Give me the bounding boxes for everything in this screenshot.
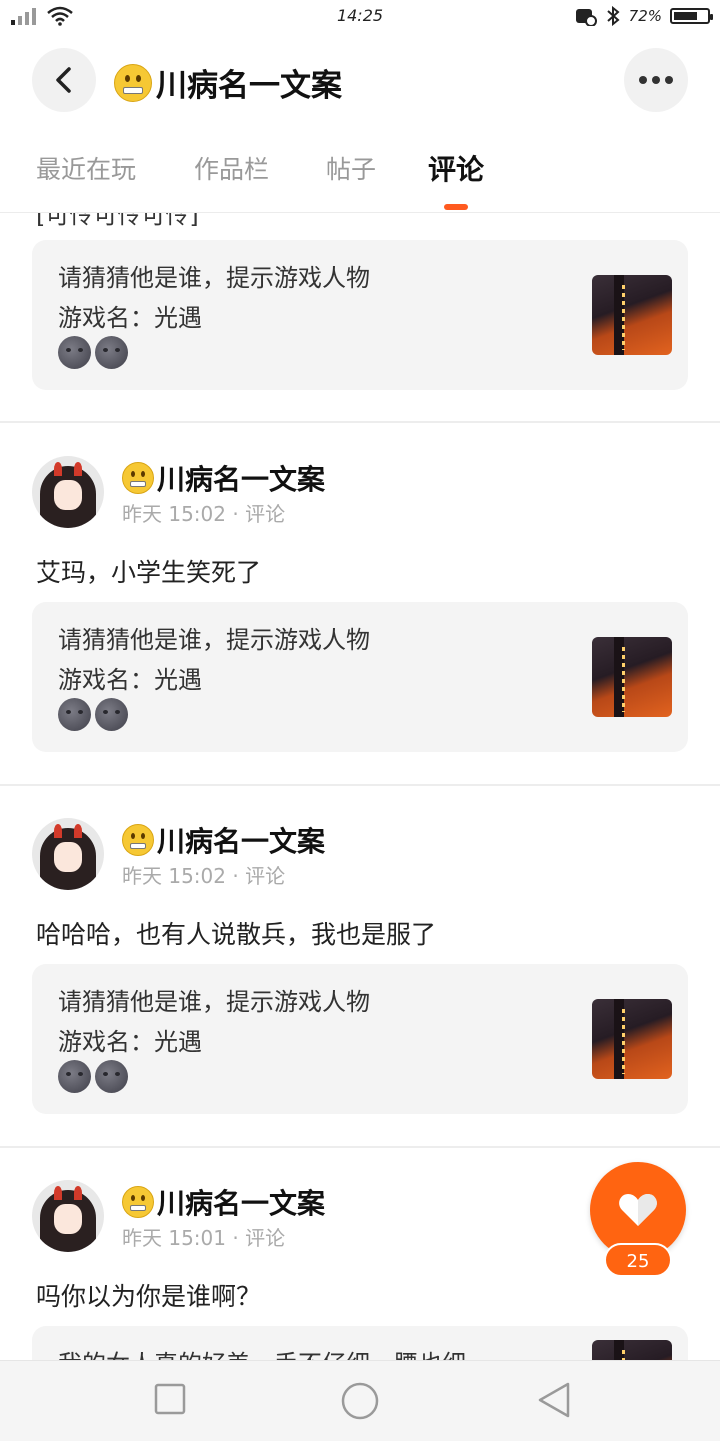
new-moon-face-icon: [58, 1060, 91, 1093]
new-moon-face-icon: [95, 1060, 128, 1093]
zipper-mouth-emoji-icon: [122, 1186, 154, 1218]
bluetooth-icon: [606, 6, 620, 26]
quoted-post-line1: 请猜猜他是谁，提示游戏人物: [58, 988, 370, 1016]
quoted-post-line1: 我的女人真的好美，手不仔细，腰也细: [58, 1344, 466, 1360]
quoted-post-line1: 请猜猜他是谁，提示游戏人物: [58, 626, 370, 654]
chevron-left-icon: [56, 67, 71, 93]
comment-meta: 昨天 15:02 · 评论: [122, 864, 286, 888]
home-icon[interactable]: [340, 1381, 380, 1421]
comment-text: 吗你以为你是谁啊？: [36, 1282, 262, 1311]
profile-header: 川病名一文案: [0, 40, 720, 124]
feed-divider: [0, 784, 720, 786]
comment-author-name: 川病名一文案: [157, 463, 326, 496]
new-moon-face-icon: [58, 336, 91, 369]
feed-divider: [0, 421, 720, 423]
quoted-post-card[interactable]: 请猜猜他是谁，提示游戏人物 游戏名：光遇: [32, 964, 688, 1114]
back-button[interactable]: [32, 48, 96, 112]
new-moon-face-icon: [95, 698, 128, 731]
comment-meta: 昨天 15:01 · 评论: [122, 1226, 286, 1250]
comment-text: 艾玛，小学生笑死了: [36, 558, 262, 587]
quoted-post-card[interactable]: 请猜猜他是谁，提示游戏人物 游戏名：光遇: [32, 240, 688, 390]
feed-divider: [0, 1146, 720, 1148]
tab-recently-played[interactable]: 最近在玩: [36, 150, 136, 186]
comment-author[interactable]: 川病名一文案: [122, 458, 325, 498]
comment-author[interactable]: 川病名一文案: [122, 820, 325, 860]
quoted-post-thumbnail: [592, 275, 672, 355]
tab-works[interactable]: 作品栏: [194, 150, 269, 186]
notification-icon: [575, 9, 597, 26]
truncated-comment-text: [可怜可怜可怜]: [36, 213, 199, 229]
recent-apps-icon[interactable]: [154, 1381, 186, 1417]
zipper-mouth-emoji-icon: [114, 63, 152, 102]
tab-posts[interactable]: 帖子: [326, 150, 376, 186]
comment-meta: 昨天 15:02 · 评论: [122, 502, 286, 526]
comment-header: 川病名一文案 昨天 15:02 · 评论: [32, 818, 592, 892]
comment-author-name: 川病名一文案: [157, 1187, 326, 1220]
emoji-row: [58, 698, 128, 731]
quoted-post-line2: 游戏名：光遇: [58, 304, 202, 332]
avatar[interactable]: [32, 1180, 104, 1252]
battery-level: [674, 12, 698, 20]
quoted-post-thumbnail: [592, 999, 672, 1079]
avatar[interactable]: [32, 456, 104, 528]
quoted-post-card[interactable]: 我的女人真的好美，手不仔细，腰也细: [32, 1326, 688, 1360]
heart-icon: [619, 1194, 657, 1226]
comment-author-name: 川病名一文案: [157, 825, 326, 858]
emoji-row: [58, 1060, 128, 1093]
new-moon-face-icon: [58, 698, 91, 731]
battery-icon: [670, 8, 713, 24]
status-right: 72%: [575, 6, 713, 26]
active-tab-indicator: [444, 204, 468, 210]
page-title-text: 川病名一文案: [156, 68, 342, 104]
avatar[interactable]: [32, 818, 104, 890]
comment-author[interactable]: 川病名一文案: [122, 1182, 325, 1222]
emoji-row: [58, 336, 128, 369]
quoted-post-thumbnail: [592, 637, 672, 717]
quoted-post-line1: 请猜猜他是谁，提示游戏人物: [58, 264, 370, 292]
like-count-badge: 25: [604, 1243, 672, 1277]
tab-comments[interactable]: 评论: [428, 148, 484, 188]
profile-tabs: 最近在玩 作品栏 帖子 评论: [0, 140, 720, 213]
quoted-post-line2: 游戏名：光遇: [58, 666, 202, 694]
page-title: 川病名一文案: [114, 60, 342, 105]
quoted-post-line2: 游戏名：光遇: [58, 1028, 202, 1056]
back-nav-icon[interactable]: [536, 1381, 572, 1419]
zipper-mouth-emoji-icon: [122, 462, 154, 494]
zipper-mouth-emoji-icon: [122, 824, 154, 856]
comment-header: 川病名一文案 昨天 15:01 · 评论: [32, 1180, 592, 1254]
more-options-button[interactable]: [624, 48, 688, 112]
system-nav-bar: [0, 1360, 720, 1441]
quoted-post-thumbnail: [592, 1340, 672, 1360]
comment-header: 川病名一文案 昨天 15:02 · 评论: [32, 456, 592, 530]
comment-text: 哈哈哈，也有人说散兵，我也是服了: [36, 920, 437, 949]
battery-percent: 72%: [628, 7, 662, 25]
new-moon-face-icon: [95, 336, 128, 369]
status-bar: 14:25 72%: [0, 0, 720, 34]
quoted-post-card[interactable]: 请猜猜他是谁，提示游戏人物 游戏名：光遇: [32, 602, 688, 752]
